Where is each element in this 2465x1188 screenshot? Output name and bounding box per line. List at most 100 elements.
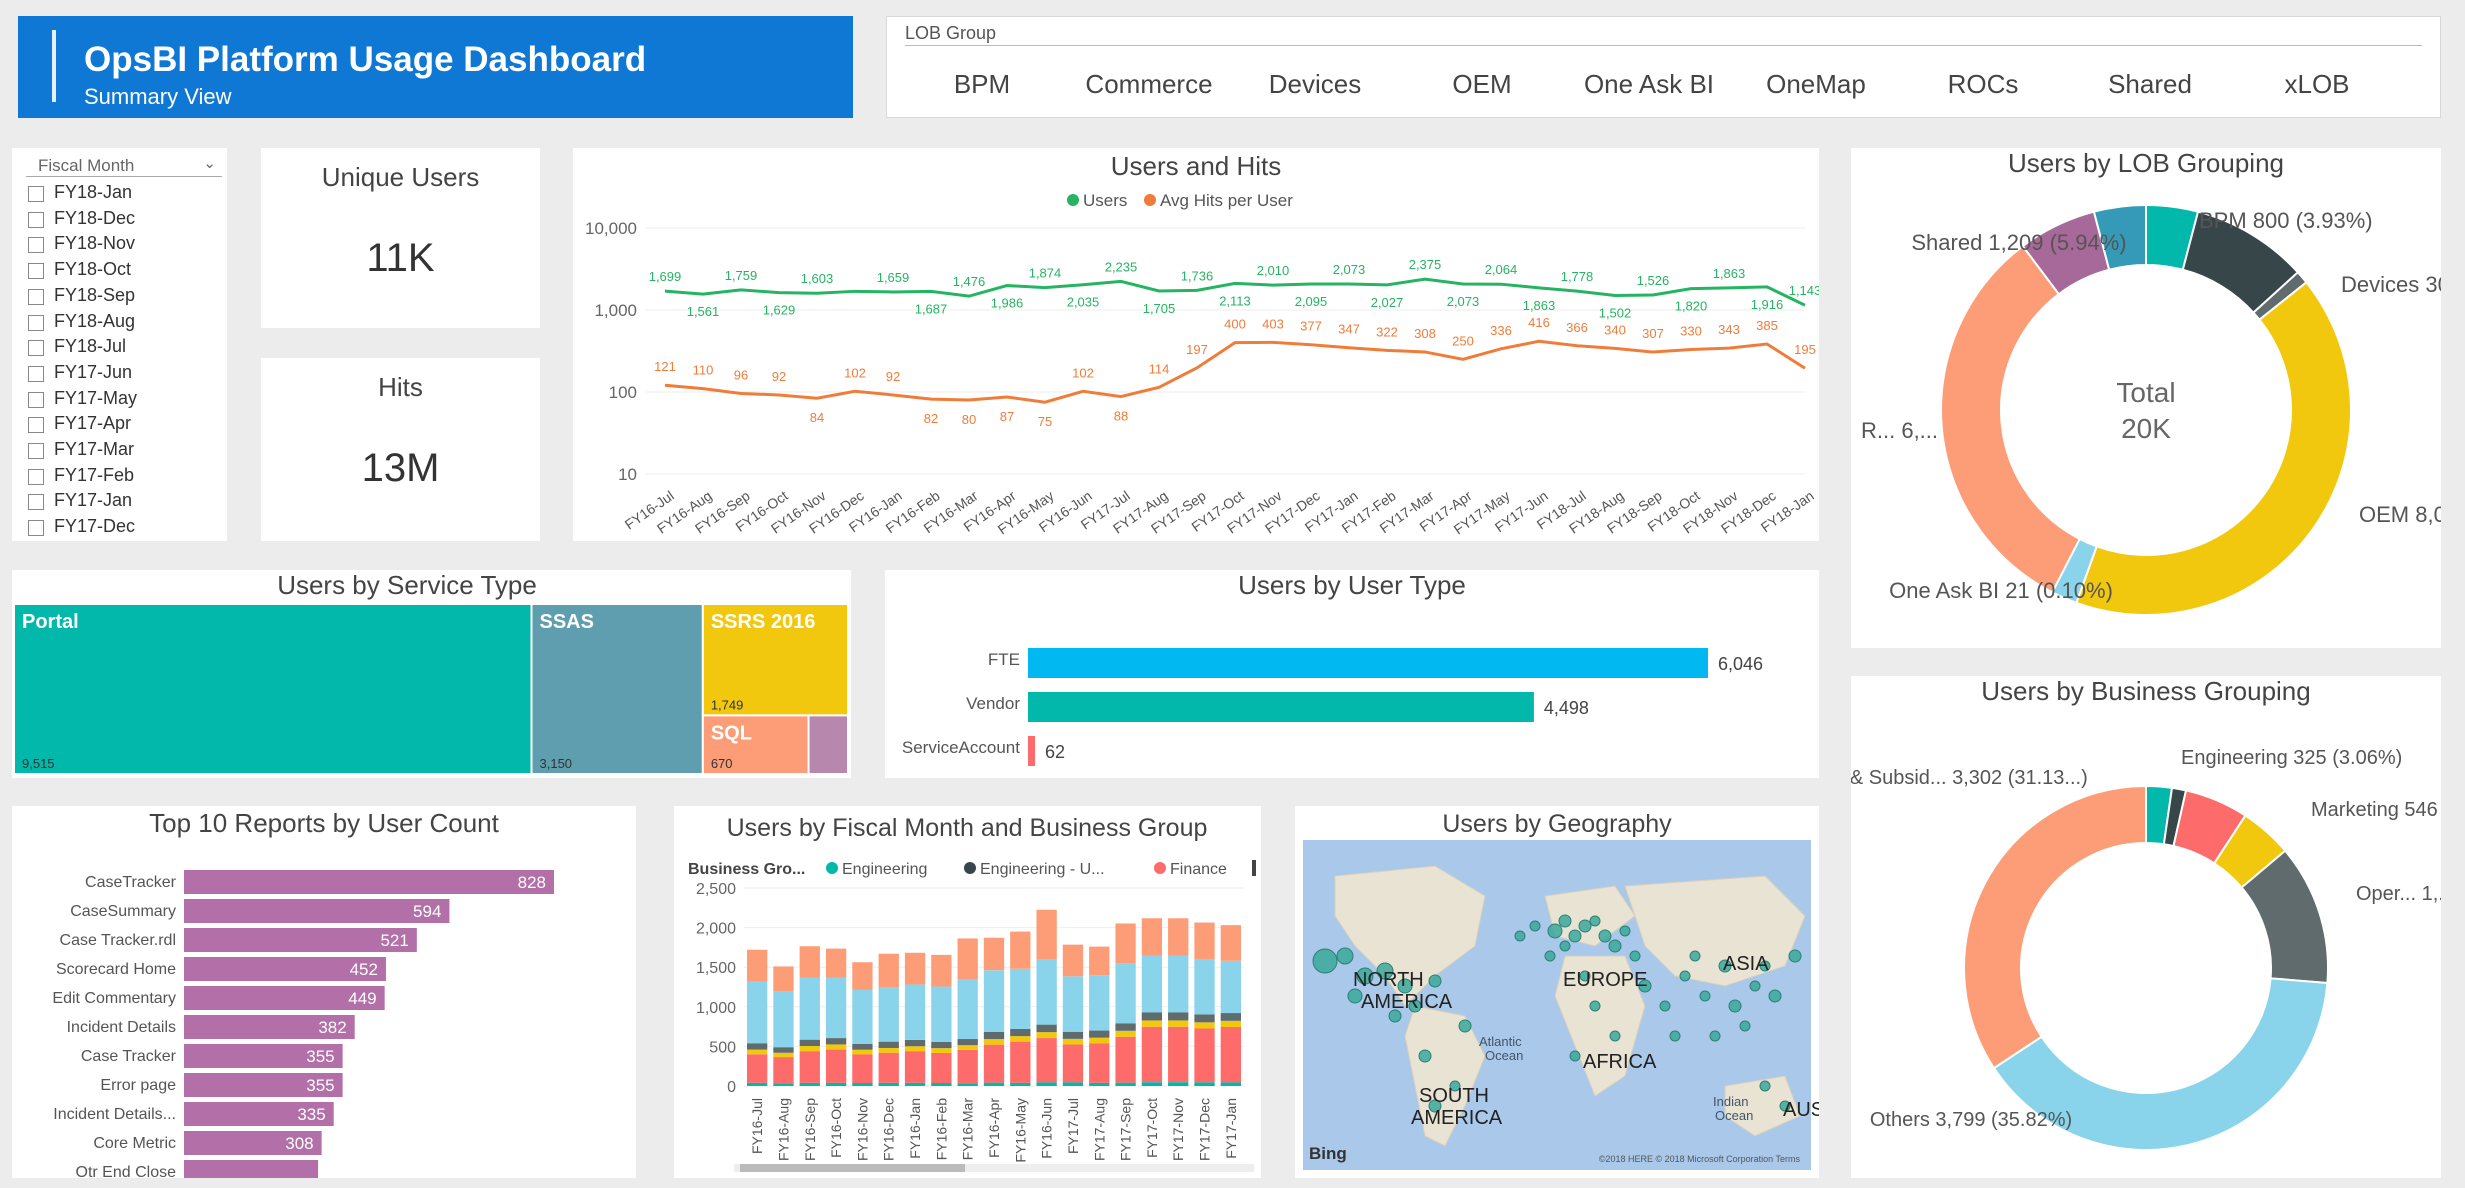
month-checkbox-fy17-jun[interactable] — [28, 365, 44, 382]
data-label: 1,863 — [1713, 266, 1746, 281]
lob-item-oem[interactable]: OEM — [1402, 69, 1562, 100]
map-marker — [1608, 939, 1622, 953]
lob-item-onemap[interactable]: OneMap — [1736, 69, 1896, 100]
stack-segment — [1194, 1022, 1215, 1029]
bar-report — [184, 899, 450, 923]
data-label: 1,603 — [801, 271, 834, 286]
stack-segment — [1062, 1082, 1084, 1086]
data-label: 197 — [1186, 342, 1208, 357]
stack-segment — [1115, 1036, 1136, 1083]
map-marker — [1312, 948, 1338, 974]
stack-segment — [1168, 1012, 1189, 1021]
lob-item-xlob[interactable]: xLOB — [2237, 69, 2397, 100]
data-label: 114 — [1149, 361, 1170, 376]
y-tick-label: 100 — [609, 383, 637, 402]
data-label: 308 — [285, 1134, 313, 1153]
stack-segment — [825, 1044, 847, 1050]
month-checkbox-fy17-feb[interactable] — [28, 468, 44, 485]
stack-segment — [1115, 923, 1136, 964]
legend-overflow-marker — [1252, 860, 1256, 876]
lob-item-rocs[interactable]: ROCs — [1903, 69, 2063, 100]
stack-segment — [904, 952, 926, 985]
data-label: 75 — [1038, 414, 1052, 429]
biz-slice-sales-subsid — [1963, 784, 2147, 1070]
stack-segment — [931, 1052, 952, 1083]
month-checkbox-fy18-jan[interactable] — [28, 186, 44, 202]
bar-report — [184, 870, 554, 894]
y-tick-label: 1,500 — [696, 960, 736, 977]
stack-segment — [799, 977, 820, 1040]
month-checkbox-fy18-dec[interactable] — [28, 211, 44, 228]
stack-segment — [747, 1054, 768, 1083]
data-label-one-ask-bi: One Ask BI 21 (0.10%) — [1889, 578, 2113, 603]
x-tick-label: FY16-Dec — [881, 1098, 897, 1161]
chart-title: Users and Hits — [1111, 151, 1282, 181]
x-tick-label: FY16-Feb — [933, 1098, 949, 1160]
data-label: 1,502 — [1599, 306, 1632, 321]
month-checkbox-fy17-dec[interactable] — [28, 520, 44, 537]
month-checkbox-fy18-nov[interactable] — [28, 237, 44, 254]
x-tick-label: FY16-Jun — [1039, 1098, 1055, 1159]
stack-segment — [983, 1031, 1005, 1040]
month-checkbox-fy18-jul[interactable] — [28, 340, 44, 357]
lob-slicer-divider — [905, 45, 2422, 46]
stack-segment — [799, 1046, 820, 1052]
stack-segment — [1036, 1032, 1057, 1039]
stack-segment — [983, 1044, 1005, 1083]
data-label: 2,073 — [1333, 262, 1366, 277]
stack-segment — [1010, 1036, 1031, 1042]
data-label: 1,778 — [1561, 269, 1594, 284]
map-label-australia: AUS — [1783, 1099, 1819, 1121]
treemap-value-ssrs-2016: 1,749 — [711, 697, 744, 712]
header-accent-bar — [52, 30, 56, 102]
month-checkbox-fy17-apr[interactable] — [28, 417, 44, 434]
lob-item-one-ask-bi[interactable]: One Ask BI — [1569, 69, 1729, 100]
month-checkbox-fy17-mar[interactable] — [28, 443, 44, 459]
fiscal-slicer-dropdown[interactable]: Fiscal Month ⌄ — [26, 154, 222, 177]
stack-segment — [983, 937, 1005, 971]
month-checkbox-fy17-may[interactable] — [28, 391, 44, 408]
y-tick-label: 10 — [618, 465, 637, 484]
map-marker — [1669, 1030, 1681, 1042]
page-title: OpsBI Platform Usage Dashboard — [84, 40, 647, 79]
month-checkbox-fy18-sep[interactable] — [28, 288, 44, 305]
data-label-bpm: BPM 800 (3.93%) — [2199, 208, 2373, 233]
data-label: 1,820 — [1675, 299, 1708, 314]
data-label: 1,143 — [1789, 283, 1819, 298]
lob-item-bpm[interactable]: BPM — [902, 69, 1062, 100]
lob-item-commerce[interactable]: Commerce — [1069, 69, 1229, 100]
x-tick-label: FY16-Oct — [828, 1098, 844, 1158]
data-label: 2,235 — [1105, 259, 1138, 274]
data-label: 340 — [1604, 322, 1626, 337]
map-marker — [1689, 950, 1701, 962]
y-tick-label: 0 — [727, 1079, 736, 1096]
data-label: 82 — [924, 411, 938, 426]
map-label-africa: AFRICA — [1583, 1051, 1657, 1073]
data-label: 452 — [350, 960, 378, 979]
map-marker — [1418, 1049, 1432, 1063]
month-checkbox-fy18-oct[interactable] — [28, 263, 44, 280]
stack-segment — [1141, 918, 1163, 956]
map-marker — [1788, 949, 1802, 963]
lob-item-shared[interactable]: Shared — [2070, 69, 2230, 100]
stack-segment — [878, 1052, 899, 1083]
month-checkbox-fy18-aug[interactable] — [28, 314, 44, 331]
data-label: 2,010 — [1257, 263, 1290, 278]
month-label-fy18-jan: FY18-Jan — [54, 182, 133, 202]
lob-item-devices[interactable]: Devices — [1235, 69, 1395, 100]
map-marker — [1558, 914, 1572, 928]
stack-segment — [1062, 976, 1084, 1032]
chart-title: Users by User Type — [1238, 570, 1466, 600]
stack-segment — [747, 1049, 768, 1055]
stack-segment — [1089, 1043, 1110, 1083]
stack-segment — [1220, 1013, 1241, 1021]
month-checkbox-fy17-jan[interactable] — [28, 494, 44, 511]
lob-grouping-donut: Users by LOB Grouping Total 20K BPM 800 (3.… — [1861, 148, 2465, 616]
stack-segment — [1141, 1082, 1163, 1086]
chart-title: Users by Geography — [1442, 810, 1672, 838]
stack-segment — [852, 1049, 873, 1055]
legend-label-engineering: Engineering — [842, 861, 927, 878]
data-label: 308 — [1414, 326, 1436, 341]
stack-segment — [1168, 1082, 1189, 1086]
map-marker — [1458, 1019, 1472, 1033]
